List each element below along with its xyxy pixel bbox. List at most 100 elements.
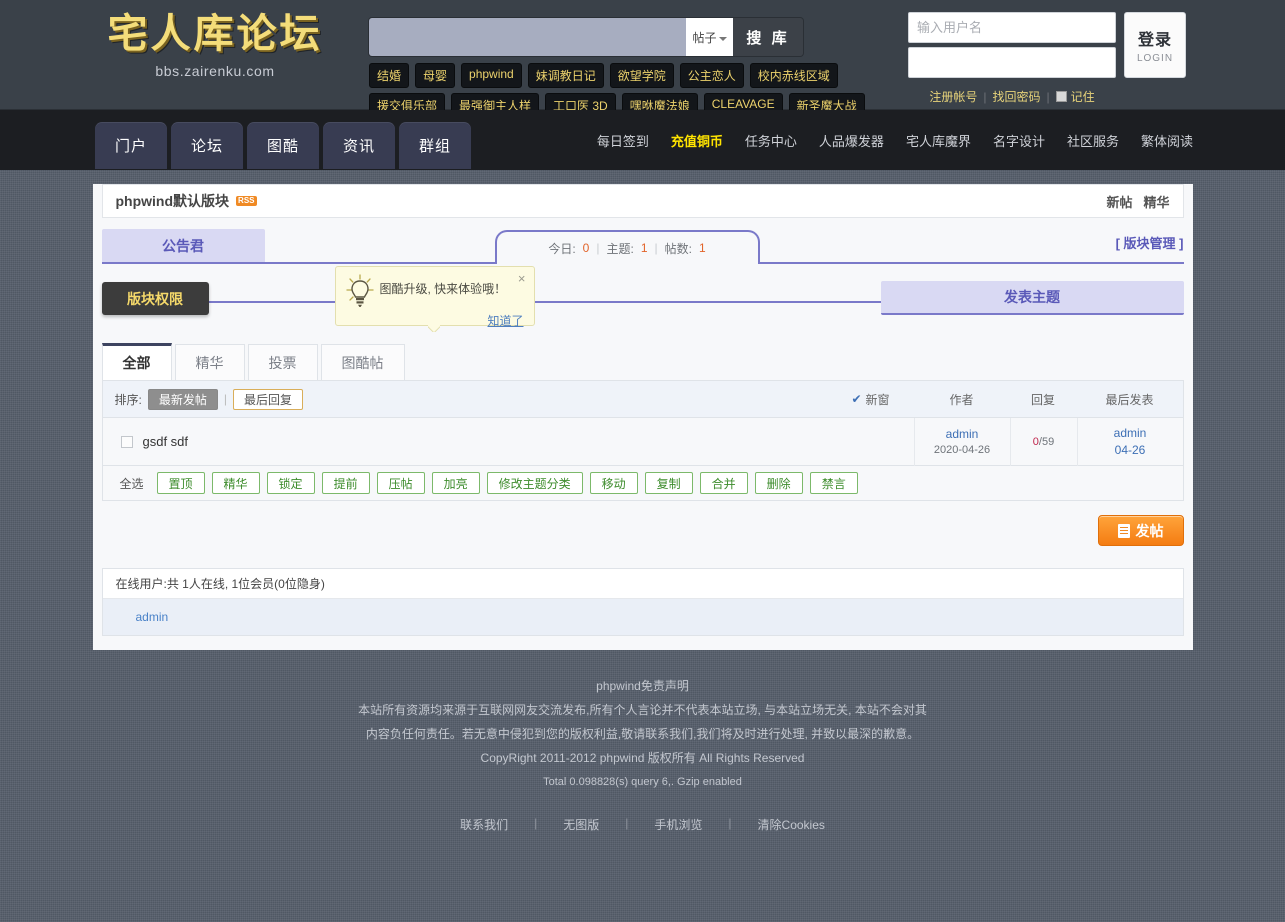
footer-link-mobile[interactable]: 手机浏览 (654, 816, 702, 833)
forum-title: phpwind默认版块 RSS (116, 191, 257, 211)
nav-tab-group[interactable]: 群组 (399, 122, 471, 169)
thread-view-count: 59 (1041, 435, 1055, 448)
chevron-down-icon (718, 36, 727, 41)
content-wrapper: phpwind默认版块 RSS 新帖 精华 公告君 今日: 0 | 主题: 1 … (92, 170, 1193, 650)
footer-link-clearcookies[interactable]: 清除Cookies (758, 816, 825, 833)
footer-copyright: CopyRight 2011-2012 phpwind 版权所有 All Rig… (480, 751, 805, 765)
nav-link-tasks[interactable]: 任务中心 (745, 131, 797, 150)
forum-title-bar: phpwind默认版块 RSS 新帖 精华 (101, 184, 1184, 218)
column-reply: 回复 (1030, 392, 1055, 407)
forum-subtabs: 公告君 今日: 0 | 主题: 1 | 帖数: 1 [ 版块管理 ] (101, 229, 1184, 264)
thread-lastpost-author[interactable]: admin (1114, 426, 1147, 440)
batch-button-category[interactable]: 修改主题分类 (486, 472, 583, 494)
search-input[interactable] (369, 18, 686, 56)
tab-digest[interactable]: 精华 (174, 344, 245, 380)
sort-label: 排序: (114, 392, 142, 407)
forum-permission-button[interactable]: 版块权限 (101, 282, 209, 315)
divider: | (596, 241, 600, 255)
hot-tag[interactable]: 妹调教日记 (527, 63, 604, 88)
forum-panel: phpwind默认版块 RSS 新帖 精华 公告君 今日: 0 | 主题: 1 … (92, 184, 1193, 650)
hot-tag[interactable]: 公主恋人 (679, 63, 744, 88)
hot-tag[interactable]: phpwind (461, 63, 522, 88)
forum-header-links: 新帖 精华 (1106, 192, 1169, 211)
nav-link-luck[interactable]: 人品爆发器 (819, 131, 884, 150)
checkbox-icon[interactable] (1055, 91, 1067, 102)
batch-button-highlight[interactable]: 加亮 (431, 472, 480, 494)
username-input[interactable] (908, 12, 1116, 43)
close-icon[interactable]: × (518, 271, 526, 286)
batch-button-down[interactable]: 压帖 (376, 472, 425, 494)
batch-button-delete[interactable]: 删除 (754, 472, 803, 494)
batch-button-merge[interactable]: 合并 (699, 472, 748, 494)
nav-link-recharge[interactable]: 充值铜币 (671, 131, 723, 150)
batch-button-sticky[interactable]: 置顶 (156, 472, 205, 494)
tooltip-text: 图酷升级, 快来体验哦！ (379, 282, 507, 296)
thread-select-checkbox[interactable] (120, 435, 133, 448)
nav-link-services[interactable]: 社区服务 (1067, 131, 1119, 150)
footer-link-noimage[interactable]: 无图版 (563, 816, 599, 833)
rss-icon[interactable]: RSS (236, 195, 257, 207)
batch-button-lock[interactable]: 锁定 (266, 472, 315, 494)
lightbulb-icon (345, 274, 374, 307)
search-area: 帖子 搜 库 结婚 母婴 phpwind 妹调教日记 欲望学院 公主恋人 校内赤… (369, 18, 865, 123)
tab-announcements[interactable]: 公告君 (101, 229, 265, 262)
main-navigation: 门户 论坛 图酷 资讯 群组 每日签到 充值铜币 任务中心 人品爆发器 宅人库魔… (0, 110, 1285, 170)
password-input[interactable] (908, 47, 1116, 78)
sort-lastreply-button[interactable]: 最后回复 (232, 388, 303, 410)
link-digest-posts[interactable]: 精华 (1143, 192, 1169, 211)
hot-tag[interactable]: 校内赤线区域 (749, 63, 838, 88)
divider: | (1046, 89, 1050, 104)
tab-gallery-post[interactable]: 图酷帖 (320, 344, 405, 380)
stats-posts-value: 1 (698, 241, 706, 255)
create-post-button[interactable]: 发帖 (1097, 515, 1184, 546)
thread-lastpost-date[interactable]: 04-26 (1115, 443, 1146, 457)
thread-author-cell: admin 2020-04-26 (913, 417, 1010, 466)
permission-row: 版块权限 × 图酷升级, 快来体验哦！ 知道了 发表主题 (101, 266, 1184, 328)
remember-me-toggle[interactable]: 记住 (1055, 88, 1095, 105)
batch-button-digest[interactable]: 精华 (211, 472, 260, 494)
thread-reply-cell: 0/59 (1009, 417, 1077, 466)
nav-tab-portal[interactable]: 门户 (95, 122, 167, 169)
select-all-toggle[interactable]: 全选 (115, 475, 144, 492)
tooltip-arrow (428, 325, 440, 332)
new-topic-button[interactable]: 发表主题 (880, 281, 1184, 315)
forum-manage-link[interactable]: [ 版块管理 ] (1116, 233, 1184, 252)
nav-link-magicworld[interactable]: 宅人库魔界 (906, 131, 971, 150)
batch-button-copy[interactable]: 复制 (644, 472, 693, 494)
thread-column-headers: ✔ 新窗 作者 回复 最后发表 (828, 391, 1183, 408)
footer-link-contact[interactable]: 联系我们 (460, 816, 508, 833)
tooltip-ok-link[interactable]: 知道了 (487, 314, 523, 328)
sort-newest-button[interactable]: 最新发帖 (147, 388, 218, 410)
forgot-password-link[interactable]: 找回密码 (992, 88, 1040, 105)
nav-link-traditional[interactable]: 繁体阅读 (1141, 131, 1193, 150)
thread-title-link[interactable]: gsdf sdf (143, 434, 189, 449)
stats-today-label: 今日: (548, 241, 576, 256)
remember-me-label: 记住 (1070, 90, 1095, 104)
thread-author-link[interactable]: admin (946, 427, 979, 441)
nav-tab-news[interactable]: 资讯 (323, 122, 395, 169)
site-logo[interactable]: 宅人库论坛 bbs.zairenku.com (70, 12, 360, 79)
nav-link-namedesign[interactable]: 名字设计 (993, 131, 1045, 150)
search-box: 帖子 搜 库 (369, 18, 803, 56)
batch-button-move[interactable]: 移动 (589, 472, 638, 494)
tab-all[interactable]: 全部 (101, 343, 172, 380)
nav-link-signin[interactable]: 每日签到 (597, 131, 649, 150)
batch-button-bump[interactable]: 提前 (321, 472, 370, 494)
thread-title-cell: gsdf sdf (103, 434, 914, 449)
hot-tag[interactable]: 母婴 (415, 63, 456, 88)
link-new-posts[interactable]: 新帖 (1106, 192, 1132, 211)
hot-tag[interactable]: 结婚 (369, 63, 410, 88)
divider: | (625, 816, 629, 830)
online-user-link[interactable]: admin (136, 610, 169, 624)
search-scope-selector[interactable]: 帖子 (686, 18, 733, 56)
register-link[interactable]: 注册帐号 (929, 88, 977, 105)
search-button[interactable]: 搜 库 (733, 18, 803, 56)
hot-tag[interactable]: 欲望学院 (609, 63, 674, 88)
batch-button-ban[interactable]: 禁言 (809, 472, 858, 494)
forum-title-text: phpwind默认版块 (115, 193, 230, 209)
tab-poll[interactable]: 投票 (247, 344, 318, 380)
login-button[interactable]: 登录 LOGIN (1124, 12, 1186, 78)
nav-tab-forum[interactable]: 论坛 (171, 122, 243, 169)
nav-tab-gallery[interactable]: 图酷 (247, 122, 319, 169)
column-newwindow-toggle[interactable]: ✔ 新窗 (828, 391, 914, 408)
